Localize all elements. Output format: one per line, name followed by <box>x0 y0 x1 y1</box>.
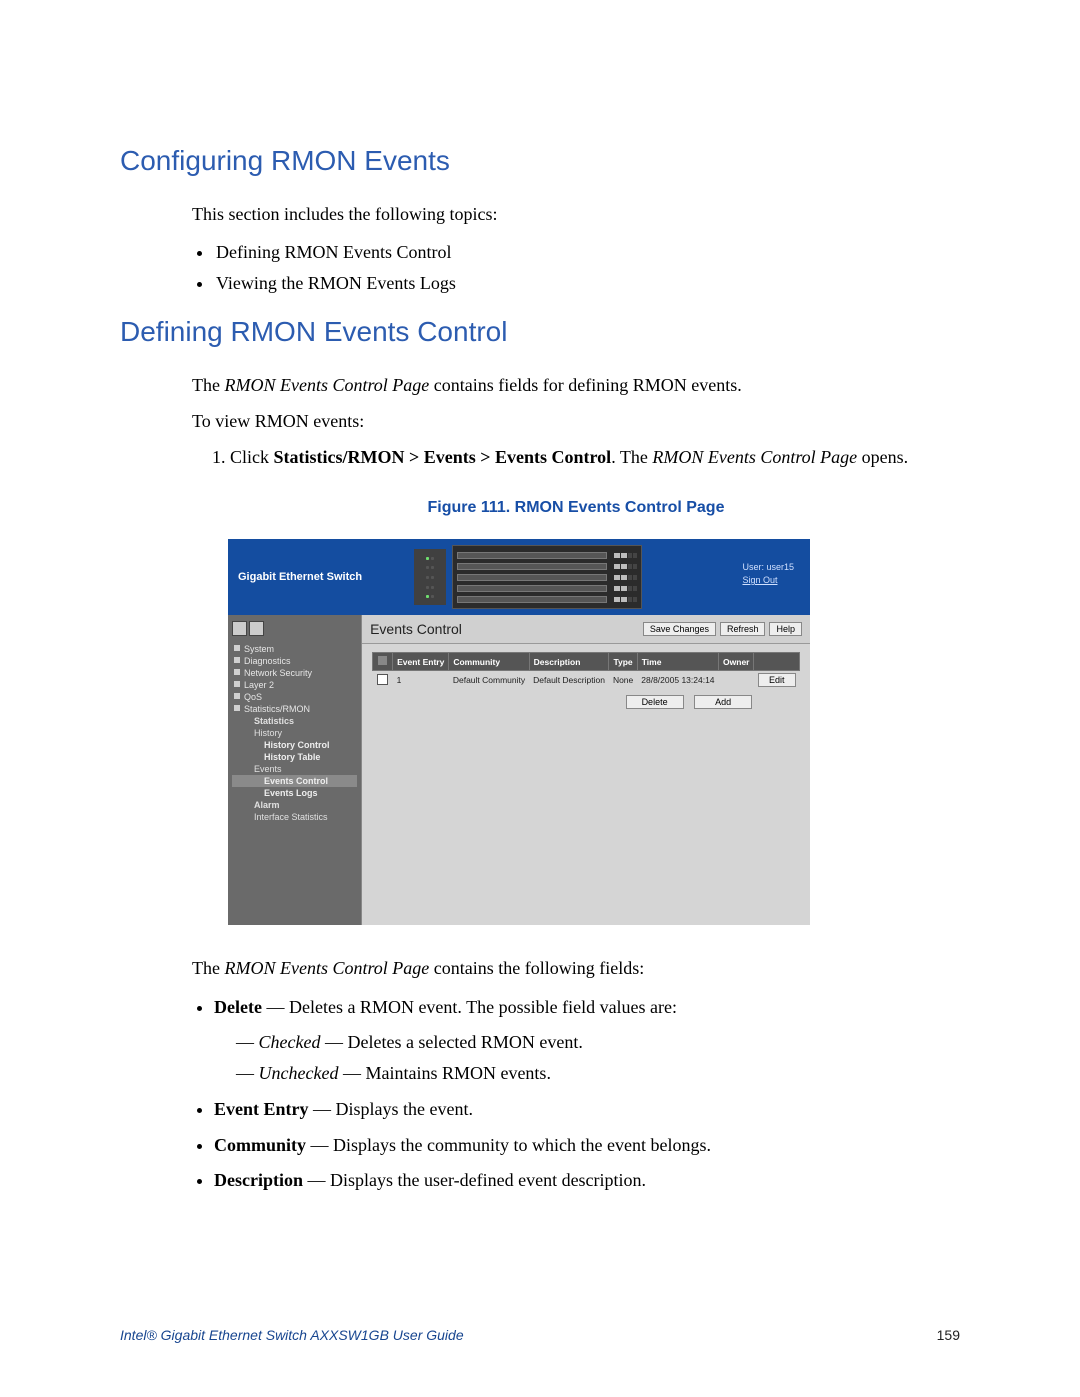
main-panel: Events Control Save Changes Refresh Help… <box>362 615 810 925</box>
nav-tree[interactable]: System Diagnostics Network Security Laye… <box>228 615 362 925</box>
sign-out-link[interactable]: Sign Out <box>742 574 794 587</box>
save-changes-button[interactable]: Save Changes <box>643 622 716 636</box>
figure-caption: Figure 111. RMON Events Control Page <box>192 499 960 517</box>
nav-layer2[interactable]: Layer 2 <box>232 679 357 691</box>
field-delete-unchecked: Unchecked — Maintains RMON events. <box>236 1058 960 1089</box>
user-links: User: user15 Sign Out <box>742 561 794 586</box>
table-header-row: Event Entry Community Description Type T… <box>373 653 800 671</box>
intro-text: This section includes the following topi… <box>192 201 960 227</box>
table-row: 1 Default Community Default Description … <box>373 671 800 690</box>
figure-screenshot: Gigabit Ethernet Switch User: user15 Sig… <box>228 539 810 925</box>
events-table: Event Entry Community Description Type T… <box>372 652 800 689</box>
field-delete-checked: Checked — Deletes a selected RMON event. <box>236 1027 960 1058</box>
add-button[interactable]: Add <box>694 695 752 709</box>
edit-button[interactable]: Edit <box>758 673 796 687</box>
heading-configuring-rmon-events: Configuring RMON Events <box>120 145 960 177</box>
steps-list: Click Statistics/RMON > Events > Events … <box>192 444 960 471</box>
cell-owner <box>719 671 754 690</box>
col-event-entry: Event Entry <box>393 653 449 671</box>
row-checkbox[interactable] <box>377 674 388 685</box>
fields-intro: The RMON Events Control Page contains th… <box>192 955 960 981</box>
help-button[interactable]: Help <box>769 622 802 636</box>
refresh-button[interactable]: Refresh <box>720 622 766 636</box>
nav-alarm[interactable]: Alarm <box>232 799 357 811</box>
field-event-entry: Event Entry — Displays the event. <box>214 1094 960 1126</box>
nav-qos[interactable]: QoS <box>232 691 357 703</box>
nav-history-table[interactable]: History Table <box>232 751 357 763</box>
user-label: User: user15 <box>742 561 794 574</box>
cell-time: 28/8/2005 13:24:14 <box>637 671 718 690</box>
page-footer: Intel® Gigabit Ethernet Switch AXXSW1GB … <box>120 1327 960 1343</box>
unit-led-panel <box>414 549 446 605</box>
nav-history[interactable]: History <box>232 727 357 739</box>
para-to-view: To view RMON events: <box>192 408 960 434</box>
para-page-desc: The RMON Events Control Page contains fi… <box>192 372 960 398</box>
page-number: 159 <box>937 1327 960 1343</box>
nav-statistics-rmon[interactable]: Statistics/RMON <box>232 703 357 715</box>
cell-community: Default Community <box>449 671 529 690</box>
nav-toolbar-icons[interactable] <box>232 621 357 639</box>
cell-type: None <box>609 671 637 690</box>
nav-interface-statistics[interactable]: Interface Statistics <box>232 811 357 823</box>
topic-item: Defining RMON Events Control <box>214 237 960 268</box>
cell-entry: 1 <box>393 671 449 690</box>
topic-list: Defining RMON Events Control Viewing the… <box>192 237 960 298</box>
panel-title: Events Control <box>370 621 639 637</box>
delete-button[interactable]: Delete <box>626 695 684 709</box>
nav-history-control[interactable]: History Control <box>232 739 357 751</box>
app-header: Gigabit Ethernet Switch User: user15 Sig… <box>228 539 810 615</box>
chassis-graphic <box>452 545 642 609</box>
nav-events-logs[interactable]: Events Logs <box>232 787 357 799</box>
brand-text: Gigabit Ethernet Switch <box>238 571 362 583</box>
col-community: Community <box>449 653 529 671</box>
heading-defining-rmon-events-control: Defining RMON Events Control <box>120 316 960 348</box>
col-owner: Owner <box>719 653 754 671</box>
field-description: Description — Displays the user-defined … <box>214 1165 960 1197</box>
col-type: Type <box>609 653 637 671</box>
fields-list: Delete — Deletes a RMON event. The possi… <box>192 992 960 1197</box>
field-community: Community — Displays the community to wh… <box>214 1130 960 1162</box>
col-description: Description <box>529 653 609 671</box>
nav-events[interactable]: Events <box>232 763 357 775</box>
nav-network-security[interactable]: Network Security <box>232 667 357 679</box>
col-checkbox[interactable] <box>373 653 393 671</box>
nav-events-control[interactable]: Events Control <box>232 775 357 787</box>
cell-description: Default Description <box>529 671 609 690</box>
footer-guide-title: Intel® Gigabit Ethernet Switch AXXSW1GB … <box>120 1327 464 1343</box>
topic-item: Viewing the RMON Events Logs <box>214 268 960 299</box>
step-1: Click Statistics/RMON > Events > Events … <box>230 444 960 471</box>
nav-system[interactable]: System <box>232 643 357 655</box>
nav-statistics[interactable]: Statistics <box>232 715 357 727</box>
field-delete: Delete — Deletes a RMON event. The possi… <box>214 992 960 1089</box>
col-time: Time <box>637 653 718 671</box>
nav-diagnostics[interactable]: Diagnostics <box>232 655 357 667</box>
